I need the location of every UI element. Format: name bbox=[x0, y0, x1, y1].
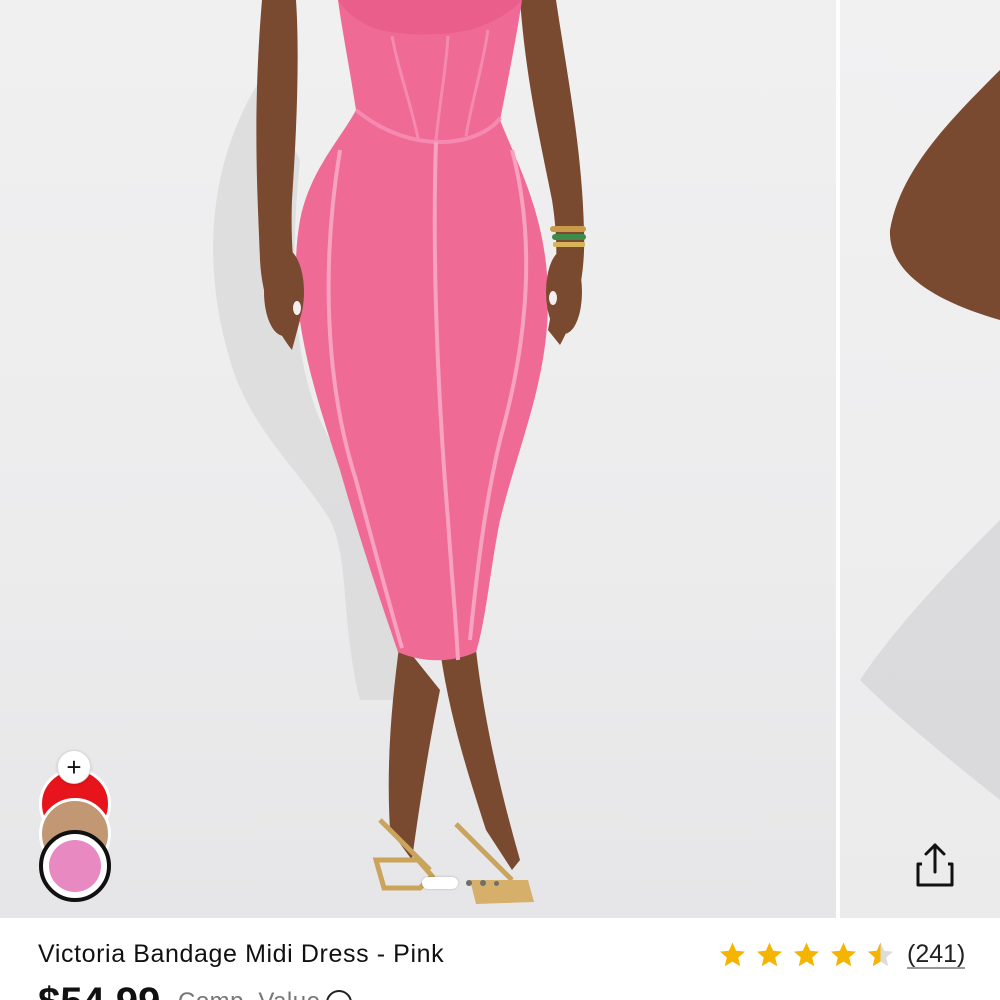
half-star-icon bbox=[868, 942, 893, 967]
share-button[interactable] bbox=[904, 834, 966, 896]
color-swatch-selector[interactable]: + bbox=[36, 750, 114, 902]
pagination-dot-active[interactable] bbox=[422, 877, 458, 889]
swatch-pink-selected[interactable] bbox=[39, 830, 111, 902]
product-title: Victoria Bandage Midi Dress - Pink bbox=[38, 940, 445, 968]
star-icon bbox=[720, 942, 745, 967]
product-price: $54.99 bbox=[38, 980, 160, 1000]
swatch-pink-fill bbox=[49, 840, 101, 892]
gallery-pagination bbox=[422, 876, 499, 890]
product-photo bbox=[213, 0, 586, 904]
pagination-dot[interactable] bbox=[480, 880, 486, 886]
star-icon bbox=[794, 942, 819, 967]
product-info: Victoria Bandage Midi Dress - Pink (241)… bbox=[0, 918, 1000, 1000]
star-icon bbox=[831, 942, 856, 967]
add-swatch-button[interactable]: + bbox=[57, 750, 91, 784]
product-rating[interactable]: (241) bbox=[716, 940, 966, 970]
review-count-link[interactable]: (241) bbox=[907, 941, 966, 970]
product-image-next[interactable] bbox=[840, 0, 1000, 918]
pagination-dot[interactable] bbox=[466, 880, 472, 886]
next-product-photo bbox=[860, 70, 1000, 800]
info-icon[interactable] bbox=[326, 990, 352, 1000]
share-icon bbox=[916, 843, 954, 887]
product-image-main[interactable]: + bbox=[0, 0, 836, 918]
product-image-gallery[interactable]: + bbox=[0, 0, 1000, 918]
comp-value-label: Comp. Value bbox=[178, 988, 320, 1000]
pagination-dot[interactable] bbox=[494, 880, 499, 886]
star-icon bbox=[757, 942, 782, 967]
